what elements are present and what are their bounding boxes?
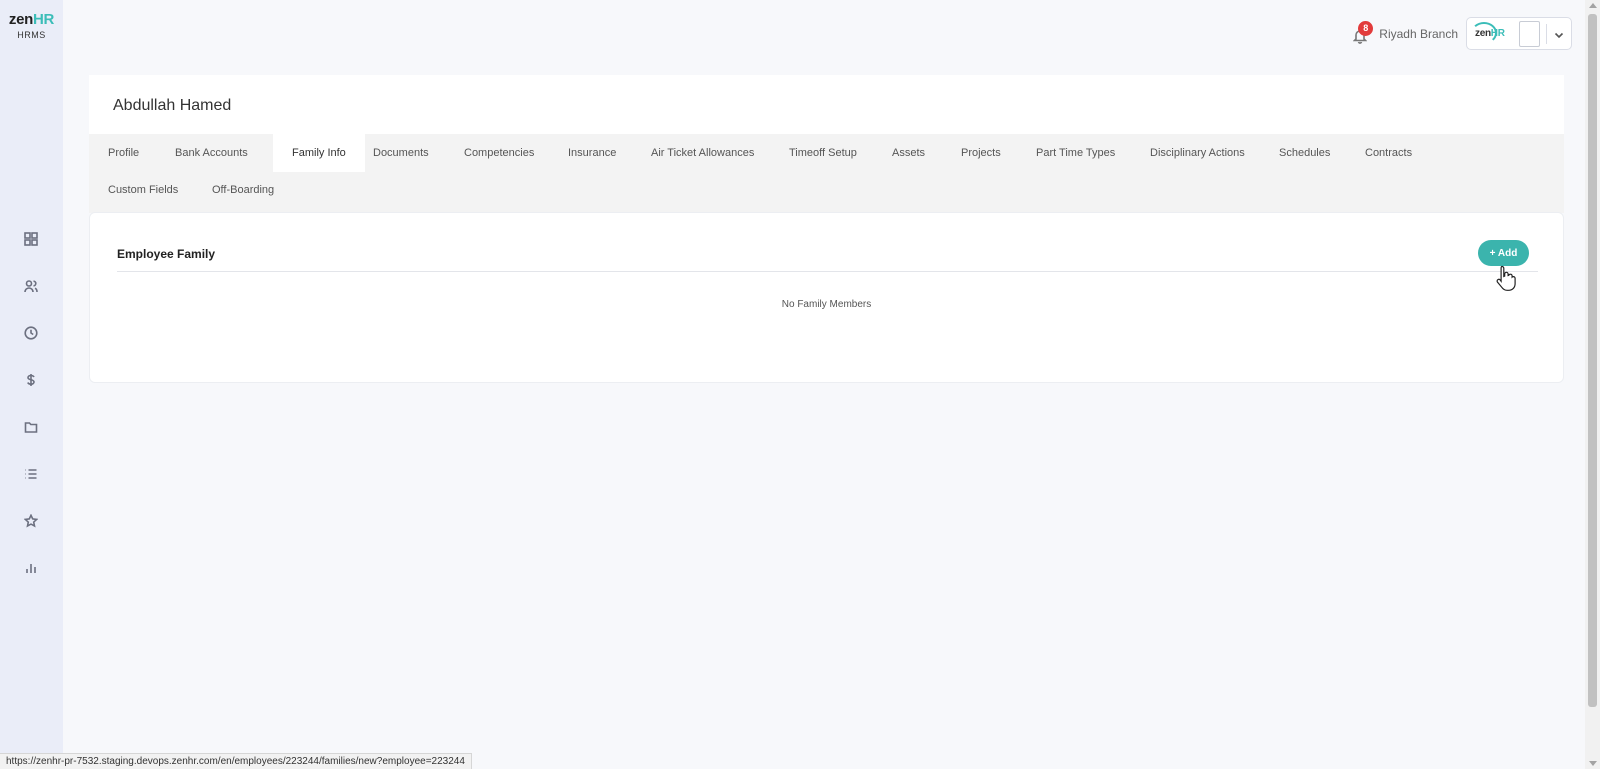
- company-logo: zenHR: [1471, 22, 1505, 44]
- employee-header: Abdullah Hamed: [89, 75, 1564, 134]
- account-menu[interactable]: zenHR: [1466, 17, 1572, 50]
- tab-disciplinary-actions[interactable]: Disciplinary Actions: [1131, 134, 1264, 172]
- logo-subtitle: HRMS: [17, 30, 46, 40]
- tab-projects[interactable]: Projects: [942, 134, 1020, 172]
- users-icon[interactable]: [23, 278, 39, 294]
- employee-family-card: Employee Family + Add No Family Members: [89, 212, 1564, 383]
- tab-custom-fields[interactable]: Custom Fields: [89, 171, 197, 209]
- dashboard-icon[interactable]: [23, 231, 39, 247]
- tab-documents[interactable]: Documents: [354, 134, 448, 172]
- scroll-up-icon[interactable]: [1589, 3, 1597, 8]
- tab-part-time-types[interactable]: Part Time Types: [1017, 134, 1134, 172]
- tab-assets[interactable]: Assets: [873, 134, 944, 172]
- tab-schedules[interactable]: Schedules: [1260, 134, 1349, 172]
- app-logo[interactable]: zenHR HRMS: [0, 11, 63, 41]
- tab-timeoff-setup[interactable]: Timeoff Setup: [770, 134, 876, 172]
- add-family-member-button[interactable]: + Add: [1478, 240, 1529, 266]
- tab-family-info[interactable]: Family Info: [273, 134, 365, 172]
- tab-profile[interactable]: Profile: [89, 134, 158, 172]
- chevron-down-icon[interactable]: [1553, 28, 1565, 40]
- tab-contracts[interactable]: Contracts: [1346, 134, 1431, 172]
- divider: [117, 271, 1538, 272]
- header-toolbar: 8 Riyadh Branch zenHR: [1351, 17, 1572, 50]
- logo-main: zen: [8, 11, 34, 28]
- employee-tabs: Profile Bank Accounts Family Info Docume…: [89, 134, 1564, 213]
- scroll-down-icon[interactable]: [1589, 761, 1597, 766]
- scrollbar-thumb[interactable]: [1588, 14, 1597, 707]
- notifications-button[interactable]: 8: [1351, 20, 1374, 44]
- avatar: [1518, 20, 1541, 47]
- branch-name[interactable]: Riyadh Branch: [1379, 27, 1458, 41]
- tab-bank-accounts[interactable]: Bank Accounts: [156, 134, 267, 172]
- hand-cursor-icon: [1496, 265, 1516, 291]
- employee-name: Abdullah Hamed: [113, 97, 232, 114]
- dollar-icon[interactable]: [23, 372, 39, 388]
- clock-icon[interactable]: [23, 325, 39, 341]
- star-icon[interactable]: [23, 513, 39, 529]
- divider: [1546, 23, 1547, 44]
- sidebar: zenHR HRMS: [0, 0, 63, 769]
- tab-insurance[interactable]: Insurance: [549, 134, 635, 172]
- tab-competencies[interactable]: Competencies: [445, 134, 553, 172]
- empty-state-message: No Family Members: [781, 299, 872, 310]
- vertical-scrollbar[interactable]: [1585, 0, 1600, 769]
- notification-badge: 8: [1358, 20, 1374, 36]
- status-bar-url: https://zenhr-pr-7532.staging.devops.zen…: [0, 753, 472, 769]
- folder-icon[interactable]: [23, 419, 39, 435]
- bar-chart-icon[interactable]: [23, 560, 39, 576]
- section-title: Employee Family: [117, 247, 216, 261]
- logo-accent: HR: [33, 11, 55, 28]
- list-icon[interactable]: [23, 466, 39, 482]
- tab-air-ticket-allowances[interactable]: Air Ticket Allowances: [632, 134, 773, 172]
- tab-off-boarding[interactable]: Off-Boarding: [193, 171, 293, 209]
